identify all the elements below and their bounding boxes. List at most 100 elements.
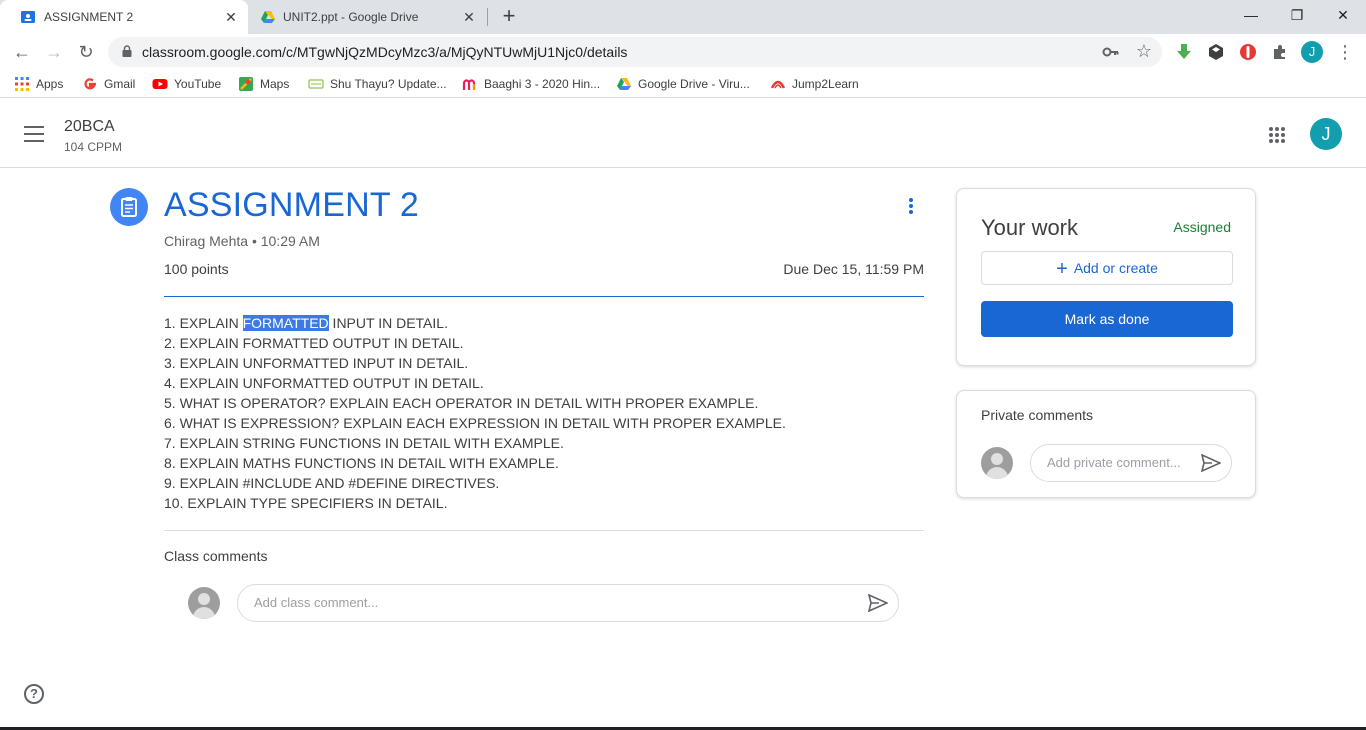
tab-title: UNIT2.ppt - Google Drive — [283, 10, 419, 24]
comments-divider — [164, 530, 924, 531]
instruction-line: 6. WHAT IS EXPRESSION? EXPLAIN EACH EXPR… — [164, 415, 786, 431]
profile-avatar[interactable]: J — [1301, 41, 1323, 63]
account-avatar[interactable]: J — [1310, 118, 1342, 150]
bookmark-label: Gmail — [104, 77, 136, 91]
instruction-text: 1. EXPLAIN — [164, 315, 243, 331]
bookmark-label: Maps — [260, 77, 290, 91]
download-extension-icon[interactable] — [1174, 42, 1194, 62]
key-icon[interactable] — [1102, 44, 1120, 60]
browser-menu-icon[interactable]: ⋮ — [1336, 42, 1354, 62]
clipboard-icon — [121, 197, 137, 217]
tab-close-icon[interactable]: ✕ — [460, 8, 478, 26]
author-name: Chirag Mehta — [164, 233, 249, 249]
instruction-line: 7. EXPLAIN STRING FUNCTIONS IN DETAIL WI… — [164, 435, 564, 451]
new-tab-button[interactable]: + — [498, 5, 520, 28]
instruction-line: 4. EXPLAIN UNFORMATTED OUTPUT IN DETAIL. — [164, 375, 484, 391]
plus-icon: + — [1056, 258, 1068, 280]
bookmark-label: Jump2Learn — [792, 77, 859, 91]
google-apps-icon[interactable] — [1268, 126, 1286, 144]
address-bar[interactable]: classroom.google.com/c/MTgwNjQzMDcyMzc3/… — [108, 37, 1162, 67]
url-text[interactable]: classroom.google.com/c/MTgwNjQzMDcyMzc3/… — [142, 44, 627, 60]
user-avatar-icon — [188, 587, 220, 619]
bookmark-star-icon[interactable]: ☆ — [1136, 41, 1152, 62]
selected-text: FORMATTED — [242, 315, 329, 331]
private-comment-input[interactable]: Add private comment... — [1030, 444, 1232, 482]
close-window-button[interactable]: ✕ — [1320, 4, 1366, 28]
send-icon[interactable] — [868, 594, 888, 612]
bookmark-shu-thayu[interactable]: Shu Thayu? Update... — [308, 75, 447, 93]
bookmark-label: Google Drive - Viru... — [638, 77, 750, 91]
main-menu-icon[interactable] — [24, 126, 46, 142]
bookmark-google-drive[interactable]: Google Drive - Viru... — [616, 75, 750, 93]
help-icon[interactable]: ? — [24, 684, 44, 704]
instruction-line: 1. EXPLAIN FORMATTED INPUT IN DETAIL. — [164, 313, 924, 333]
status-badge: Assigned — [1173, 219, 1231, 235]
bookmark-jump2learn[interactable]: Jump2Learn — [770, 75, 859, 93]
tab-unit2-drive[interactable]: UNIT2.ppt - Google Drive ✕ — [250, 0, 486, 34]
assignment-instructions: 1. EXPLAIN FORMATTED INPUT IN DETAIL. 2.… — [164, 313, 924, 513]
private-comments-title: Private comments — [981, 407, 1094, 423]
bookmark-gmail[interactable]: Gmail — [82, 75, 135, 93]
your-work-card: Your work Assigned + Add or create Mark a… — [956, 188, 1256, 366]
bookmark-label: Apps — [36, 77, 64, 91]
youtube-icon — [152, 79, 168, 89]
instruction-text: INPUT IN DETAIL. — [328, 315, 448, 331]
forward-button[interactable]: → — [42, 40, 66, 64]
header-divider — [164, 296, 924, 297]
tab-title: ASSIGNMENT 2 — [44, 10, 134, 24]
tab-assignment-2[interactable]: ASSIGNMENT 2 ✕ — [0, 0, 248, 34]
instruction-line: 9. EXPLAIN #INCLUDE AND #DEFINE DIRECTIV… — [164, 475, 500, 491]
news-icon — [308, 79, 324, 89]
google-g-icon — [84, 78, 96, 90]
back-button[interactable]: ← — [10, 40, 34, 64]
puzzle-extensions-icon[interactable] — [1270, 42, 1290, 62]
assignment-icon — [110, 188, 148, 226]
class-comments-heading: Class comments — [164, 548, 268, 564]
private-comments-card: Private comments Add private comment... — [956, 390, 1256, 498]
classroom-favicon-icon — [21, 11, 35, 23]
maximize-button[interactable]: ❐ — [1274, 4, 1320, 28]
bookmark-label: YouTube — [174, 77, 222, 91]
m-logo-icon — [462, 79, 476, 90]
bookmark-maps[interactable]: Maps — [238, 75, 289, 93]
jump2learn-icon — [770, 80, 786, 89]
maps-icon — [239, 77, 253, 91]
minimize-button[interactable]: — — [1228, 4, 1274, 28]
instruction-line: 3. EXPLAIN UNFORMATTED INPUT IN DETAIL. — [164, 355, 469, 371]
instruction-line: 2. EXPLAIN FORMATTED OUTPUT IN DETAIL. — [164, 335, 464, 351]
tab-close-icon[interactable]: ✕ — [222, 8, 240, 26]
bookmark-baaghi[interactable]: Baaghi 3 - 2020 Hin... — [462, 75, 600, 93]
assignment-points: 100 points — [164, 261, 229, 277]
cube-extension-icon[interactable] — [1206, 42, 1226, 62]
class-name[interactable]: 20BCA — [64, 118, 115, 136]
your-work-title: Your work — [981, 215, 1079, 240]
instruction-line: 10. EXPLAIN TYPE SPECIFIERS IN DETAIL. — [164, 495, 448, 511]
browser-toolbar: ← → ↻ classroom.google.com/c/MTgwNjQzMDc… — [0, 34, 1366, 70]
send-icon[interactable] — [1201, 454, 1221, 472]
bookmark-label: Baaghi 3 - 2020 Hin... — [484, 77, 601, 91]
add-or-create-button[interactable]: + Add or create — [981, 251, 1233, 285]
lock-icon — [122, 45, 132, 57]
private-comment-placeholder: Add private comment... — [1047, 455, 1181, 470]
tab-strip: ASSIGNMENT 2 ✕ UNIT2.ppt - Google Drive … — [0, 0, 1366, 34]
assignment-title: ASSIGNMENT 2 — [164, 186, 419, 224]
bookmark-youtube[interactable]: YouTube — [152, 75, 221, 93]
instruction-line: 5. WHAT IS OPERATOR? EXPLAIN EACH OPERAT… — [164, 395, 759, 411]
class-comment-placeholder: Add class comment... — [254, 595, 379, 610]
due-date: Due Dec 15, 11:59 PM — [783, 261, 924, 277]
posted-time: 10:29 AM — [260, 233, 320, 249]
user-avatar-icon — [981, 447, 1013, 479]
instruction-line: 8. EXPLAIN MATHS FUNCTIONS IN DETAIL WIT… — [164, 455, 559, 471]
bookmark-apps[interactable]: Apps — [14, 75, 63, 93]
class-section: 104 CPPM — [64, 140, 123, 154]
bookmarks-bar: Apps Gmail YouTube Maps Shu Thayu? Updat… — [0, 70, 1366, 98]
tab-separator — [487, 8, 488, 26]
meta-separator: • — [251, 233, 257, 249]
shield-extension-icon[interactable] — [1238, 42, 1258, 62]
mark-as-done-button[interactable]: Mark as done — [981, 301, 1233, 337]
bookmark-label: Shu Thayu? Update... — [330, 77, 447, 91]
reload-button[interactable]: ↻ — [74, 40, 98, 64]
more-options-icon[interactable] — [902, 198, 920, 218]
class-comment-input[interactable]: Add class comment... — [237, 584, 899, 622]
classroom-app-bar: 20BCA 104 CPPM J — [0, 102, 1366, 168]
